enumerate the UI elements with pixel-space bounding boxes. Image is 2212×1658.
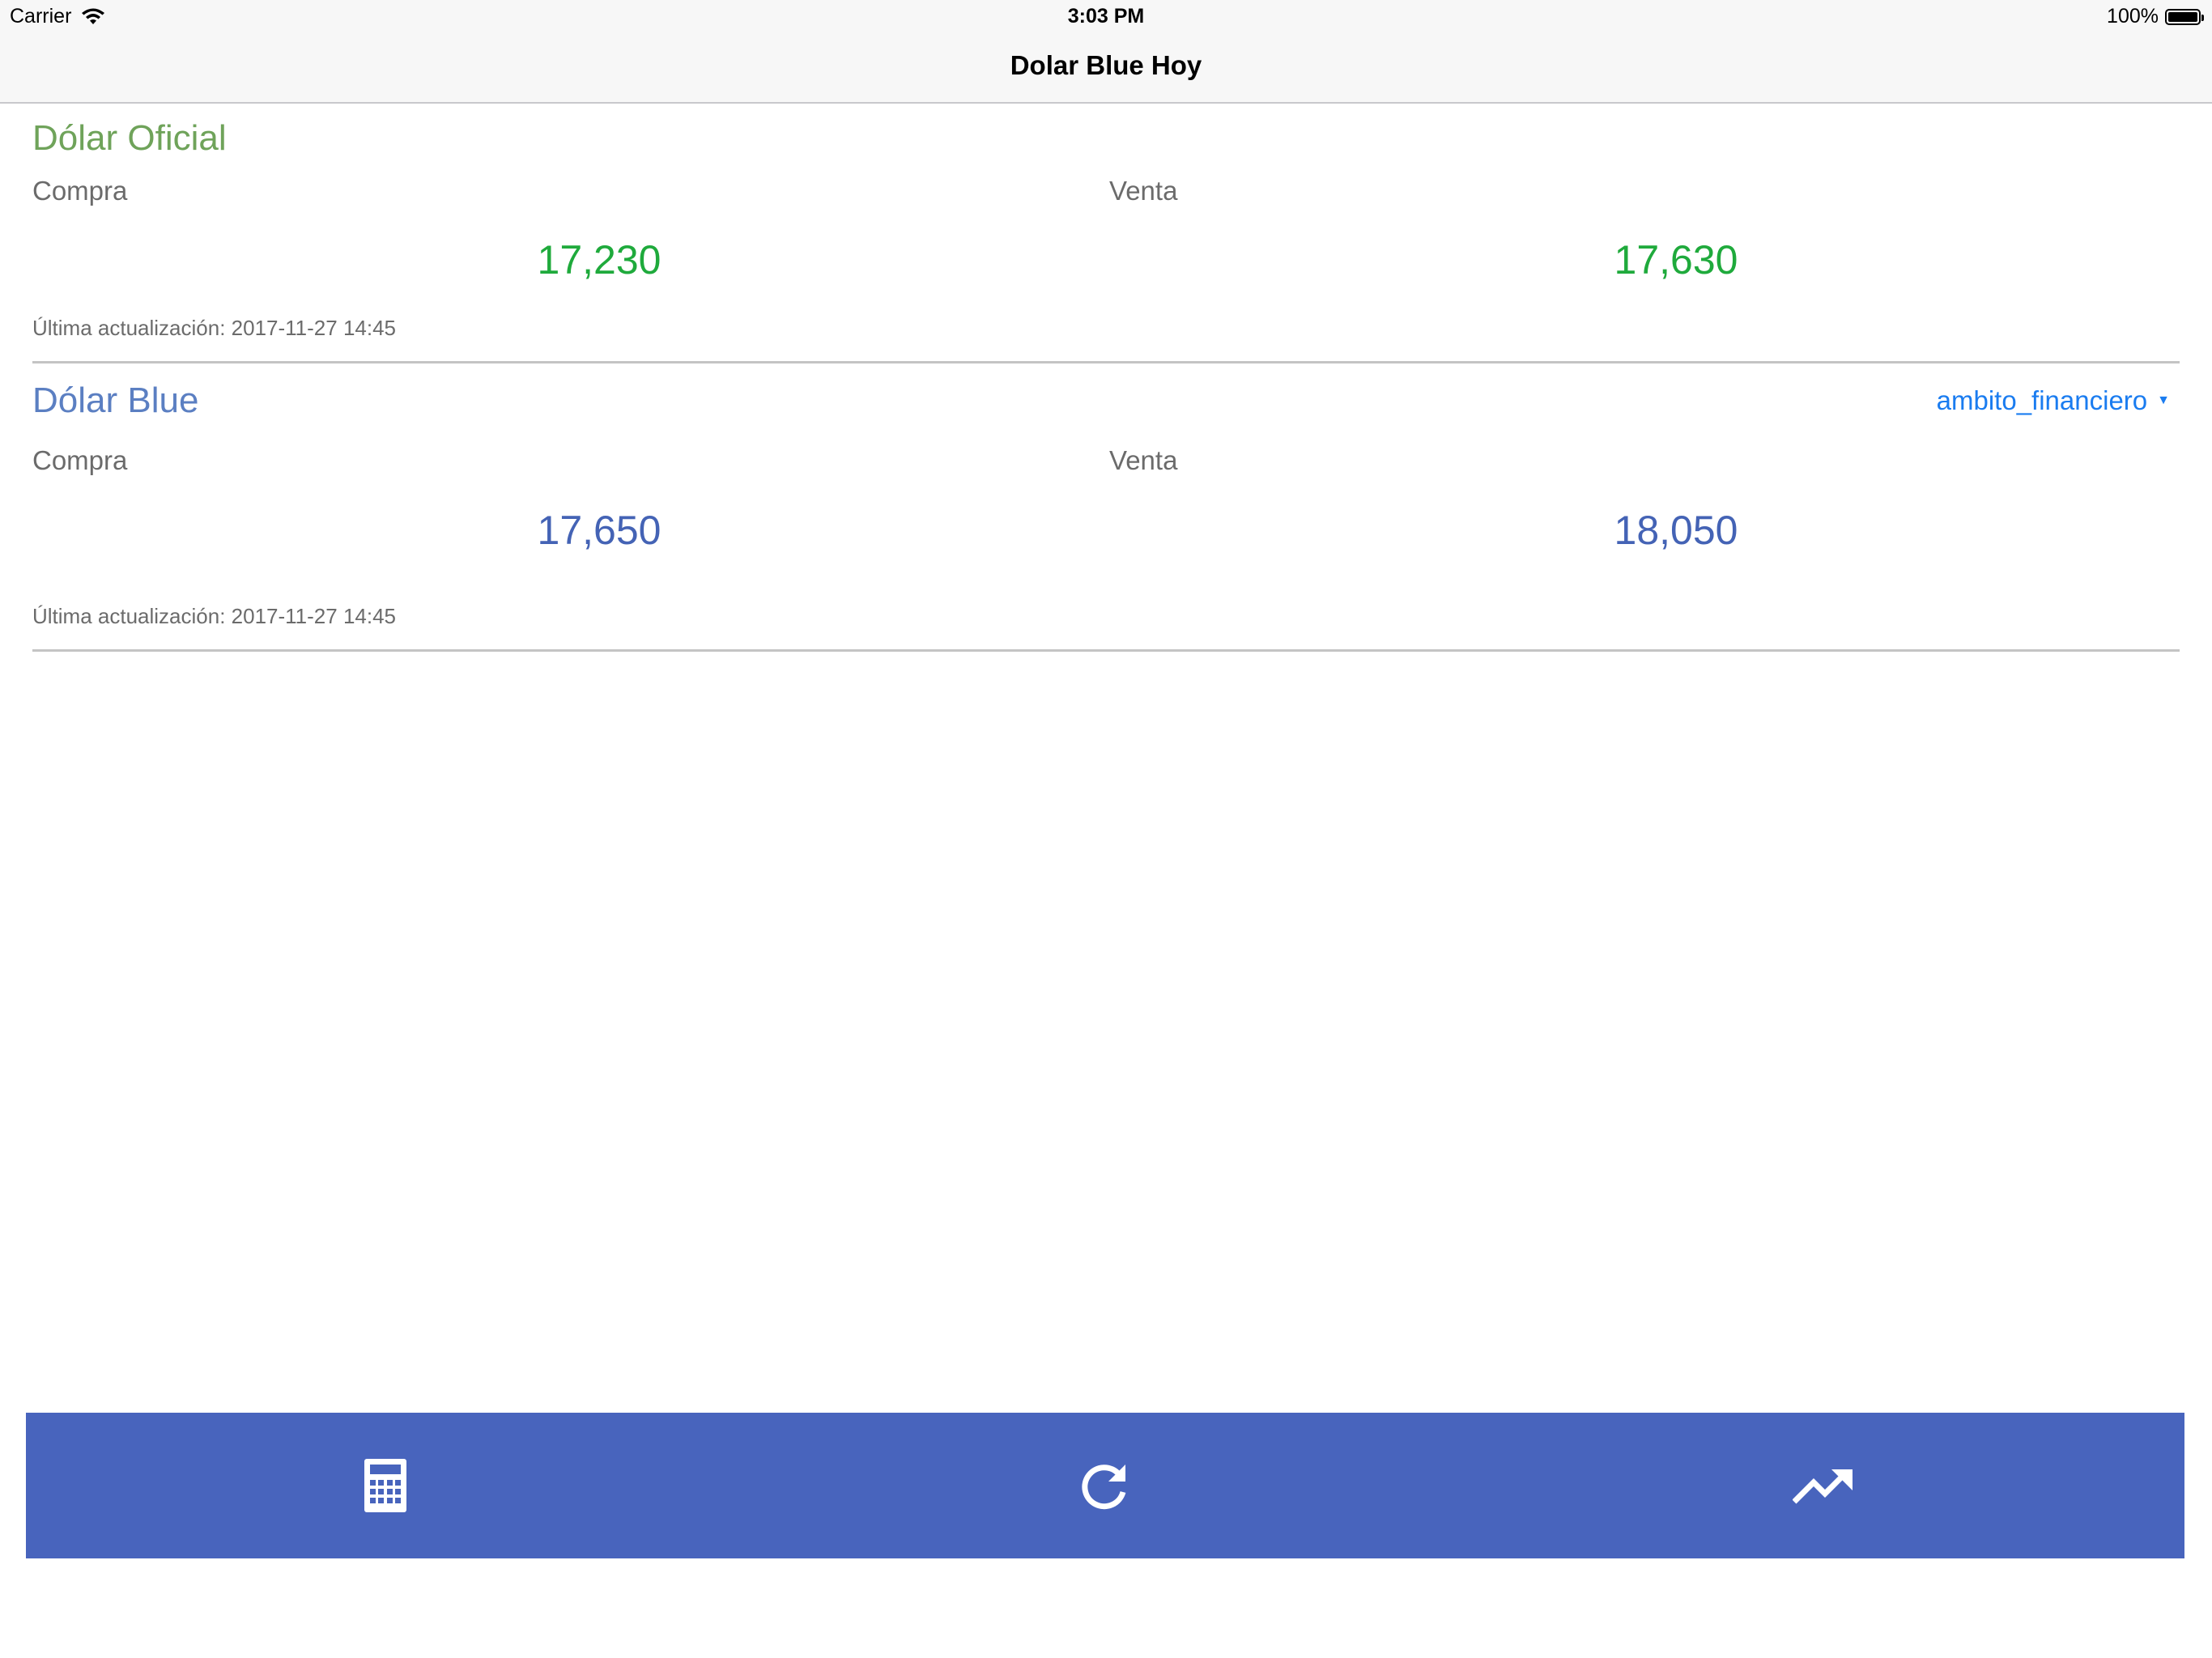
section-title-blue: Dólar Blue [32,380,199,420]
app-screen: Carrier 3:03 PM 100% Dolar Blue Hoy Dóla… [0,0,2212,1658]
source-dropdown[interactable]: ambito_financiero ▼ [1937,385,2170,416]
compra-label: Compra [32,176,128,206]
page-title: Dolar Blue Hoy [1010,50,1202,80]
battery-icon [2165,8,2204,25]
compra-value: 17,230 [537,237,661,283]
refresh-button[interactable] [745,1413,1464,1558]
venta-value: 18,050 [1614,508,1738,553]
battery-percentage: 100% [2107,5,2159,28]
dolar-oficial-section: Dólar Oficial Compra Venta 17,230 17,630… [32,104,2180,364]
refresh-icon [1082,1465,1126,1510]
calculator-button[interactable] [26,1413,745,1558]
battery-indicator: 100% [2107,5,2204,28]
divider [32,649,2180,652]
venta-label: Venta [1109,445,1178,475]
venta-label: Venta [1109,176,1178,206]
calculator-icon [364,1459,406,1512]
bottom-toolbar [26,1413,2184,1558]
section-title-oficial: Dólar Oficial [32,118,227,158]
compra-label: Compra [32,445,128,475]
compra-value: 17,650 [537,508,661,553]
status-bar: Carrier 3:03 PM 100% [0,0,2212,32]
dropdown-caret-icon: ▼ [2157,393,2170,407]
last-updated-text: Última actualización: 2017-11-27 14:45 [32,316,397,340]
last-updated-text: Última actualización: 2017-11-27 14:45 [32,604,397,628]
navigation-bar: Dolar Blue Hoy [0,32,2212,104]
trending-up-icon [1793,1469,1853,1504]
divider [32,361,2180,363]
venta-value: 17,630 [1614,237,1738,283]
source-selected-value[interactable]: ambito_financiero [1937,385,2148,416]
dolar-blue-section: Dólar Blue ambito_financiero ▼ Compra Ve… [32,364,2180,656]
history-chart-button[interactable] [1464,1413,2183,1558]
status-time: 3:03 PM [1067,5,1145,28]
